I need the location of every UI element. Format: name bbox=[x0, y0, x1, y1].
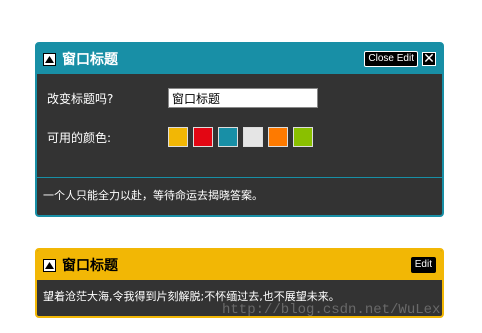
color-swatches bbox=[168, 127, 313, 147]
widget-title: 窗口标题 bbox=[62, 258, 118, 274]
color-swatch[interactable] bbox=[268, 127, 288, 147]
title-edit-label: 改变标题吗? bbox=[47, 91, 114, 106]
header-actions: Edit bbox=[410, 257, 436, 273]
widget-title: 窗口标题 bbox=[62, 52, 118, 68]
widget-header[interactable]: 窗口标题 Edit bbox=[37, 250, 442, 280]
colors-row: 可用的颜色: bbox=[47, 125, 442, 149]
color-swatch[interactable] bbox=[168, 127, 188, 147]
widget-editing: 窗口标题 Close Edit ✕ 改变标题吗? 可用的颜色: 一个人只能全力以… bbox=[35, 42, 444, 217]
colors-label: 可用的颜色: bbox=[47, 130, 112, 145]
triangle-up-icon[interactable] bbox=[43, 52, 56, 66]
title-input[interactable] bbox=[168, 88, 318, 108]
edit-panel: 改变标题吗? 可用的颜色: bbox=[37, 74, 442, 178]
triangle-up-icon[interactable] bbox=[43, 258, 56, 272]
widget-header[interactable]: 窗口标题 Close Edit ✕ bbox=[37, 44, 442, 74]
watermark: http://blog.csdn.net/WuLex bbox=[222, 302, 441, 318]
color-swatch[interactable] bbox=[293, 127, 313, 147]
close-edit-button[interactable]: Close Edit bbox=[364, 51, 418, 67]
color-swatch[interactable] bbox=[218, 127, 238, 147]
header-actions: Close Edit ✕ bbox=[364, 51, 436, 67]
close-icon[interactable]: ✕ bbox=[422, 52, 436, 66]
color-swatch[interactable] bbox=[243, 127, 263, 147]
edit-button[interactable]: Edit bbox=[410, 257, 436, 273]
title-edit-row: 改变标题吗? bbox=[47, 86, 442, 110]
widget-content: 一个人只能全力以赴，等待命运去揭晓答案。 bbox=[43, 189, 263, 202]
color-swatch[interactable] bbox=[193, 127, 213, 147]
